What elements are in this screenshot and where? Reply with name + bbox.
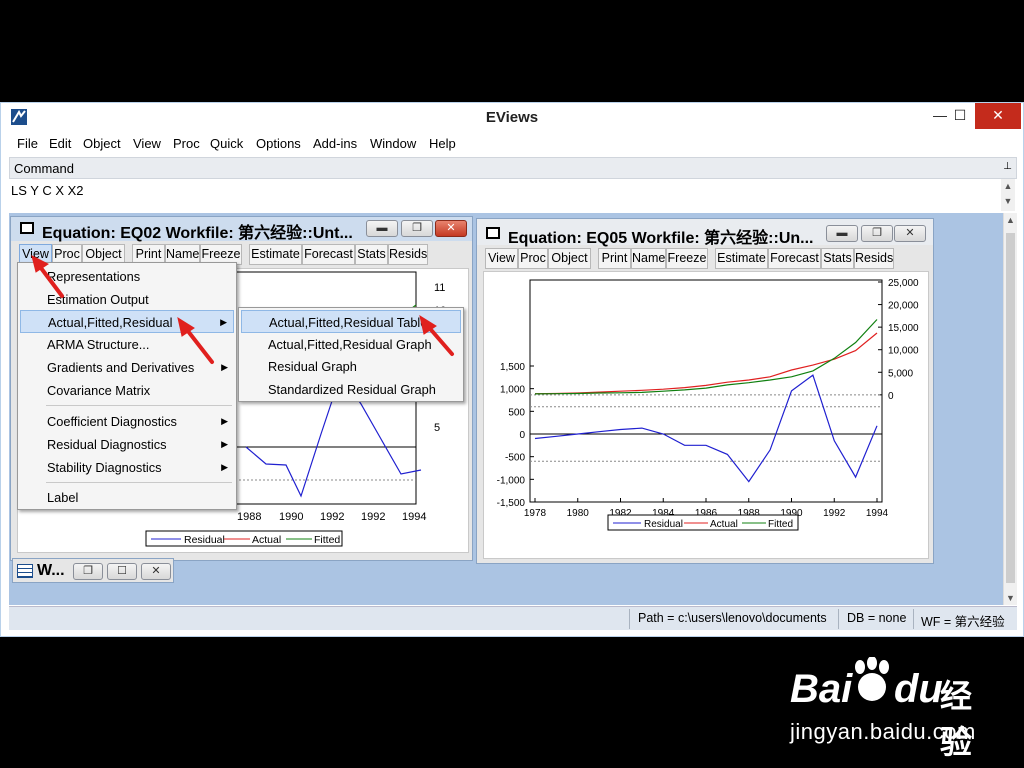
watermark-cn: 经验 [940,678,973,760]
baidu-jingyan-watermark: Bai du 经验 jingyan.baidu.com [790,655,990,760]
watermark-brand2: du [894,667,943,711]
annotation-arrows [31,255,454,364]
watermark-brand: Bai [790,667,853,711]
paw-icon [850,656,894,707]
